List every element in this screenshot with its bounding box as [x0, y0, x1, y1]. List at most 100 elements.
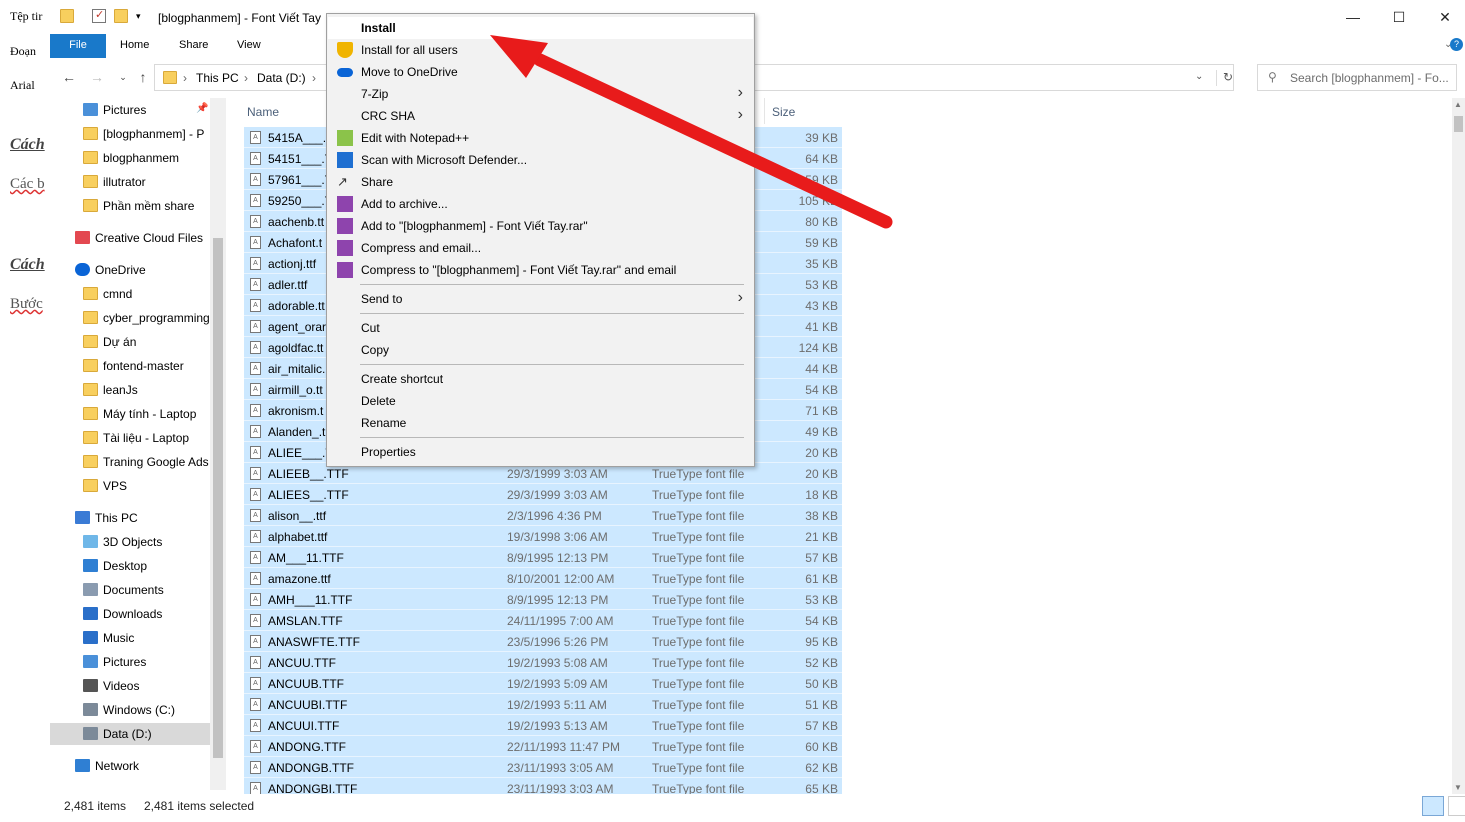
- menu-item-share[interactable]: ↗ Share: [328, 171, 753, 193]
- table-row[interactable]: A ANDONGB.TTF 23/11/1993 3:05 AM TrueType f…: [244, 757, 842, 778]
- sidebar-item[interactable]: leanJs: [50, 379, 210, 401]
- menu-item-cut[interactable]: Cut: [328, 317, 753, 339]
- forward-button[interactable]: →: [86, 66, 108, 88]
- file-size: 53 KB: [805, 278, 838, 292]
- sidebar-item[interactable]: Dự án: [50, 331, 210, 353]
- breadcrumb-this-pc[interactable]: This PC: [196, 71, 239, 85]
- sidebar-item[interactable]: Pictures 📌: [50, 99, 210, 121]
- menu-item-edit-with-notepad[interactable]: Edit with Notepad++: [328, 127, 753, 149]
- menu-item-install[interactable]: Install: [328, 17, 753, 39]
- scroll-down-icon[interactable]: ▼: [1454, 783, 1462, 792]
- sidebar-item[interactable]: cmnd: [50, 283, 210, 305]
- sidebar-item[interactable]: 3D Objects: [50, 531, 210, 553]
- maximize-button[interactable]: ☐: [1376, 0, 1422, 34]
- nav-scrollbar[interactable]: [210, 98, 226, 790]
- menu-item-copy[interactable]: Copy: [328, 339, 753, 361]
- menu-item-7-zip[interactable]: 7-Zip ›: [328, 83, 753, 105]
- sidebar-item[interactable]: Creative Cloud Files: [50, 227, 210, 249]
- sidebar-item[interactable]: blogphanmem: [50, 147, 210, 169]
- sidebar-item[interactable]: [blogphanmem] - P: [50, 123, 210, 145]
- sidebar-item[interactable]: OneDrive: [50, 259, 210, 281]
- menu-item-send-to[interactable]: Send to ›: [328, 288, 753, 310]
- table-row[interactable]: A ANCUUBI.TTF 19/2/1993 5:11 AM TrueType fo…: [244, 694, 842, 715]
- search-input[interactable]: Search [blogphanmem] - Fo...: [1290, 71, 1449, 85]
- close-button[interactable]: ✕: [1422, 0, 1465, 34]
- properties-check-icon[interactable]: ✓: [92, 9, 106, 23]
- file-list-scrollbar[interactable]: ▲ ▼: [1452, 98, 1465, 794]
- sidebar-item[interactable]: VPS: [50, 475, 210, 497]
- table-row[interactable]: A ALIEES__.TTF 29/3/1999 3:03 AM TrueType f…: [244, 484, 842, 505]
- table-row[interactable]: A ANASWFTE.TTF 23/5/1996 5:26 PM TrueType f…: [244, 631, 842, 652]
- table-row[interactable]: A ANCUUB.TTF 19/2/1993 5:09 AM TrueType fon…: [244, 673, 842, 694]
- table-row[interactable]: A ANCUUI.TTF 19/2/1993 5:13 AM TrueType fon…: [244, 715, 842, 736]
- menu-item-crc-sha[interactable]: CRC SHA ›: [328, 105, 753, 127]
- menu-item-add-to-archive[interactable]: Add to archive...: [328, 193, 753, 215]
- help-icon[interactable]: ?: [1450, 34, 1464, 58]
- sidebar-item[interactable]: Music: [50, 627, 210, 649]
- sidebar-item[interactable]: cyber_programming: [50, 307, 210, 329]
- large-icons-view-icon[interactable]: [1448, 796, 1465, 816]
- tab-view[interactable]: View: [223, 34, 275, 58]
- table-row[interactable]: A ANDONGBI.TTF 23/11/1993 3:03 AM TrueType …: [244, 778, 842, 794]
- table-row[interactable]: A AMSLAN.TTF 24/11/1995 7:00 AM TrueType fo…: [244, 610, 842, 631]
- nav-scrollbar-thumb[interactable]: [213, 238, 223, 758]
- menu-item-compress-and-email[interactable]: Compress and email...: [328, 237, 753, 259]
- breadcrumb-data-d[interactable]: Data (D:): [257, 71, 306, 85]
- file-size: 105 KB: [798, 194, 838, 208]
- tab-share[interactable]: Share: [165, 34, 222, 58]
- sidebar-item[interactable]: Network: [50, 755, 210, 777]
- minimize-button[interactable]: —: [1330, 0, 1376, 34]
- sidebar-item[interactable]: Máy tính - Laptop: [50, 403, 210, 425]
- menu-item-delete[interactable]: Delete: [328, 390, 753, 412]
- tab-home[interactable]: Home: [106, 34, 163, 58]
- menu-item-scan-with-microsoft-defender[interactable]: Scan with Microsoft Defender...: [328, 149, 753, 171]
- address-dropdown-icon[interactable]: ⌄: [1195, 71, 1203, 82]
- font-file-icon: A: [250, 467, 261, 480]
- table-row[interactable]: A AMH___11.TTF 8/9/1995 12:13 PM TrueType f…: [244, 589, 842, 610]
- sidebar-item[interactable]: Data (D:): [50, 723, 210, 745]
- sidebar-item[interactable]: Windows (C:): [50, 699, 210, 721]
- quick-access-dropdown-icon[interactable]: ▾: [136, 9, 150, 23]
- menu-item-install-for-all-users[interactable]: Install for all users: [328, 39, 753, 61]
- menu-item-properties[interactable]: Properties: [328, 441, 753, 463]
- table-row[interactable]: Aalphabet.ttf 19/3/1998 3:06 AM TrueType f…: [244, 526, 842, 547]
- sidebar-item[interactable]: Downloads: [50, 603, 210, 625]
- tab-file[interactable]: File: [50, 34, 106, 58]
- sidebar-item[interactable]: Pictures: [50, 651, 210, 673]
- sidebar-item[interactable]: Videos: [50, 675, 210, 697]
- table-row[interactable]: Aalison__.ttf 2/3/1996 4:36 PM TrueType fo…: [244, 505, 842, 526]
- recent-locations-icon[interactable]: ⌄: [112, 66, 134, 88]
- sidebar-item-label: Traning Google Ads: [103, 455, 209, 469]
- sidebar-item[interactable]: Phần mềm share: [50, 195, 210, 217]
- refresh-icon[interactable]: ↻: [1216, 70, 1233, 86]
- sidebar-item[interactable]: Desktop: [50, 555, 210, 577]
- column-divider[interactable]: [764, 98, 765, 124]
- table-row[interactable]: A ANDONG.TTF 22/11/1993 11:47 PM TrueType f…: [244, 736, 842, 757]
- pin-icon[interactable]: 📌: [196, 103, 208, 114]
- menu-item-create-shortcut[interactable]: Create shortcut: [328, 368, 753, 390]
- sidebar-item[interactable]: Tài liệu - Laptop: [50, 427, 210, 449]
- scroll-up-icon[interactable]: ▲: [1454, 100, 1462, 109]
- details-view-icon[interactable]: [1422, 796, 1444, 816]
- table-row[interactable]: A AM___11.TTF 8/9/1995 12:13 PM TrueType fo…: [244, 547, 842, 568]
- new-folder-icon[interactable]: [114, 9, 128, 23]
- sidebar-item[interactable]: fontend-master: [50, 355, 210, 377]
- sidebar-item-label: Pictures: [103, 655, 147, 669]
- sidebar-item[interactable]: Documents: [50, 579, 210, 601]
- sidebar-item[interactable]: illutrator: [50, 171, 210, 193]
- column-header-size[interactable]: Size: [772, 105, 795, 119]
- back-button[interactable]: ←: [58, 66, 80, 88]
- table-row[interactable]: A ANCUU.TTF 19/2/1993 5:08 AM TrueType font…: [244, 652, 842, 673]
- table-row[interactable]: Aamazone.ttf 8/10/2001 12:00 AM TrueType f…: [244, 568, 842, 589]
- menu-item-move-to-onedrive[interactable]: Move to OneDrive: [328, 61, 753, 83]
- scrollbar-thumb[interactable]: [1454, 116, 1463, 132]
- sidebar-item[interactable]: This PC: [50, 507, 210, 529]
- file-name: AMSLAN.TTF: [268, 614, 343, 628]
- menu-item-compress-to-blogphanmem-font-vi-t-tay-rar-and-email[interactable]: Compress to "[blogphanmem] - Font Viết T…: [328, 259, 753, 281]
- column-header-name[interactable]: Name: [247, 105, 279, 119]
- menu-item-add-to-blogphanmem-font-vi-t-tay-rar[interactable]: Add to "[blogphanmem] - Font Viết Tay.ra…: [328, 215, 753, 237]
- up-button[interactable]: ↑: [132, 66, 154, 88]
- search-box[interactable]: ⚲ Search [blogphanmem] - Fo...: [1257, 64, 1457, 91]
- menu-item-rename[interactable]: Rename: [328, 412, 753, 434]
- sidebar-item[interactable]: Traning Google Ads: [50, 451, 210, 473]
